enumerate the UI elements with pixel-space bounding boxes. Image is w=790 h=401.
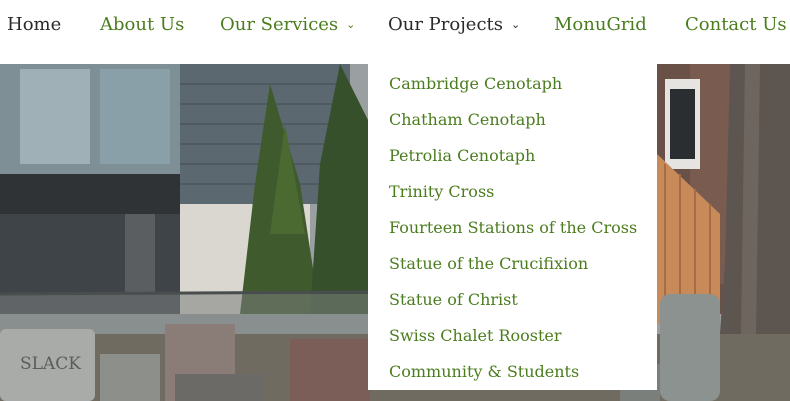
nav-contact-us[interactable]: Contact Us (685, 13, 787, 37)
headstone-inscription: SLACK (20, 354, 81, 374)
nav-our-services-label: Our Services (220, 14, 339, 35)
chevron-down-icon: ⌄ (511, 18, 521, 31)
nav-our-projects[interactable]: Our Projects ⌄ (388, 13, 520, 37)
menu-item-community-students[interactable]: Community & Students (389, 361, 579, 383)
nav-our-services[interactable]: Our Services ⌄ (220, 13, 355, 37)
menu-item-statue-of-christ[interactable]: Statue of Christ (389, 289, 518, 311)
nav-monugrid-label: MonuGrid (554, 14, 647, 35)
nav-our-projects-label: Our Projects (388, 14, 504, 35)
main-navigation: Home About Us Our Services ⌄ Our Projects… (0, 0, 790, 64)
nav-home[interactable]: Home (7, 13, 61, 37)
nav-about-us[interactable]: About Us (100, 13, 184, 37)
menu-item-swiss-chalet-rooster[interactable]: Swiss Chalet Rooster (389, 325, 562, 347)
menu-item-statue-crucifixion[interactable]: Statue of the Crucifixion (389, 253, 588, 275)
nav-home-label: Home (7, 14, 62, 35)
menu-item-petrolia-cenotaph[interactable]: Petrolia Cenotaph (389, 145, 535, 167)
nav-contact-us-label: Contact Us (685, 14, 787, 35)
chevron-down-icon: ⌄ (346, 18, 356, 31)
menu-item-chatham-cenotaph[interactable]: Chatham Cenotaph (389, 109, 546, 131)
nav-about-us-label: About Us (100, 14, 185, 35)
menu-item-fourteen-stations[interactable]: Fourteen Stations of the Cross (389, 217, 637, 239)
nav-monugrid[interactable]: MonuGrid (554, 13, 647, 37)
menu-item-cambridge-cenotaph[interactable]: Cambridge Cenotaph (389, 73, 562, 95)
projects-dropdown-menu: Cambridge Cenotaph Chatham Cenotaph Petr… (368, 64, 657, 390)
menu-item-trinity-cross[interactable]: Trinity Cross (389, 181, 494, 203)
